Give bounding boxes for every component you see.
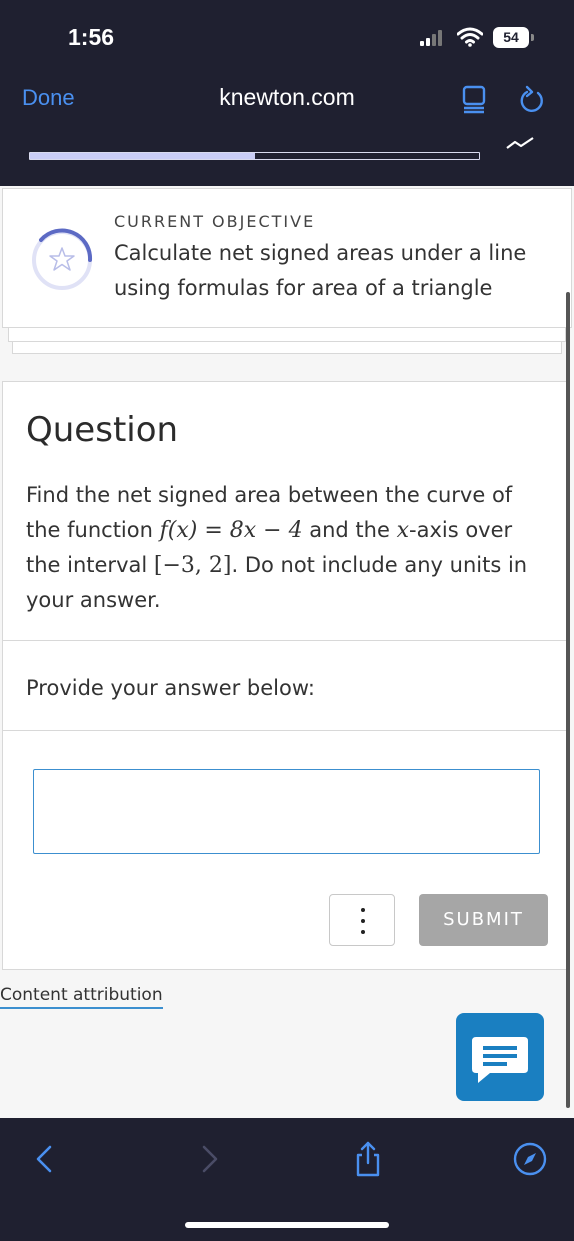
- signal-icon: [420, 30, 442, 46]
- question-title: Question: [26, 410, 179, 450]
- battery-tip: [531, 34, 534, 41]
- chat-icon: [472, 1037, 528, 1083]
- question-mid1: and the: [302, 518, 397, 542]
- compass-icon[interactable]: [512, 1141, 548, 1177]
- url-label[interactable]: knewton.com: [0, 84, 574, 111]
- reload-icon[interactable]: [518, 84, 546, 114]
- question-text: Find the net signed area between the cur…: [26, 478, 546, 618]
- home-indicator: [185, 1222, 389, 1228]
- progress-fill: [30, 153, 255, 159]
- chat-button[interactable]: [456, 1013, 544, 1101]
- battery-indicator: 54: [493, 27, 529, 48]
- objective-label: CURRENT OBJECTIVE: [114, 212, 316, 231]
- submit-button[interactable]: SUBMIT: [419, 894, 548, 946]
- objective-progress-ring: [32, 228, 93, 290]
- card-stack-shadow: [8, 328, 566, 342]
- scrollbar[interactable]: [566, 292, 570, 1108]
- trend-icon[interactable]: [505, 134, 537, 158]
- more-vertical-icon: [361, 908, 365, 912]
- answer-input[interactable]: [33, 769, 540, 854]
- progress-strip: [0, 134, 574, 186]
- interval-expression: [−3, 2]: [153, 553, 232, 578]
- objective-text: Calculate net signed areas under a line …: [114, 241, 527, 300]
- back-icon[interactable]: [28, 1141, 64, 1177]
- browser-top-bar: 1:56 54 Done knewton.com: [0, 0, 574, 134]
- content-attribution-link[interactable]: Content attribution: [0, 985, 163, 1009]
- variable-x: x: [396, 518, 409, 543]
- objective-progress-bar: [29, 152, 480, 160]
- reader-view-icon[interactable]: [462, 84, 486, 114]
- card-stack-shadow: [12, 342, 562, 354]
- function-expression: f(x) = 8x − 4: [159, 518, 303, 543]
- more-options-button[interactable]: [329, 894, 395, 946]
- divider: [2, 730, 568, 731]
- forward-icon[interactable]: [190, 1141, 226, 1177]
- share-icon[interactable]: [350, 1141, 386, 1177]
- star-icon: [49, 247, 75, 271]
- answer-prompt: Provide your answer below:: [26, 676, 315, 700]
- status-time: 1:56: [68, 24, 115, 50]
- divider: [2, 640, 568, 641]
- wifi-icon: [457, 27, 483, 47]
